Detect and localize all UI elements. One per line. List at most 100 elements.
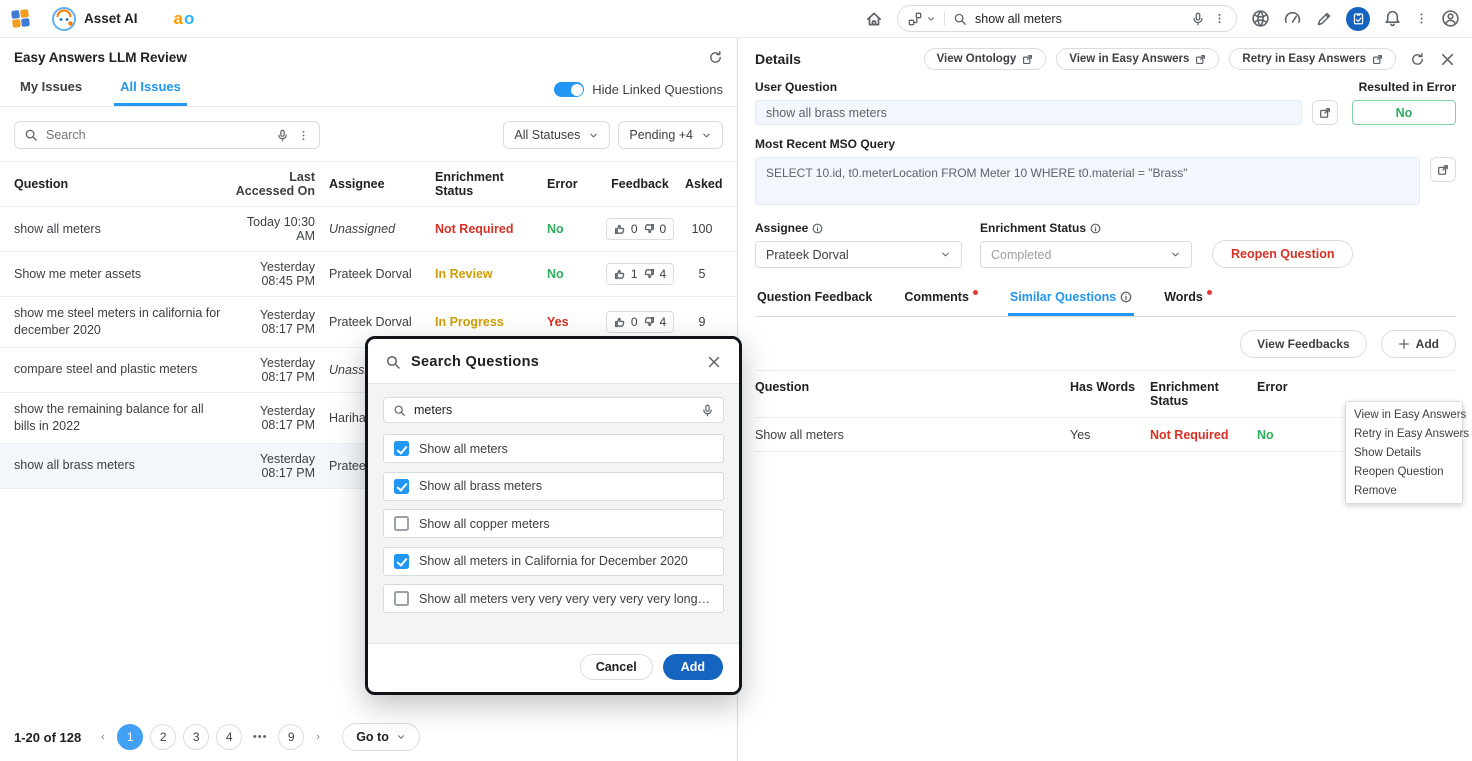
- menu-item-reopen-question[interactable]: Reopen Question: [1346, 462, 1462, 481]
- cell-question: compare steel and plastic meters: [14, 353, 232, 386]
- plus-icon: [1398, 338, 1410, 350]
- add-similar-question-button[interactable]: Add: [1381, 330, 1456, 358]
- question-option[interactable]: Show all copper meters: [383, 509, 724, 538]
- global-search-bar[interactable]: [897, 5, 1237, 32]
- feedback-chip[interactable]: 0 0: [606, 218, 674, 240]
- reopen-question-button[interactable]: Reopen Question: [1212, 240, 1353, 268]
- cell-status: Not Required: [435, 214, 547, 244]
- close-icon[interactable]: [1439, 51, 1456, 68]
- kebab-icon[interactable]: [297, 129, 310, 142]
- tab-comments[interactable]: Comments: [902, 290, 980, 316]
- checkbox[interactable]: [394, 516, 409, 531]
- add-button[interactable]: Add: [663, 654, 723, 680]
- issues-search-input[interactable]: [46, 128, 268, 142]
- brand-name: Asset AI: [84, 11, 138, 26]
- view-ontology-button[interactable]: View Ontology: [924, 48, 1047, 70]
- unread-dot: [1207, 290, 1212, 295]
- menu-item-show-details[interactable]: Show Details: [1346, 443, 1462, 462]
- goto-page-dropdown[interactable]: Go to: [342, 723, 420, 751]
- page-button-2[interactable]: 2: [150, 724, 176, 750]
- pending-filter[interactable]: Pending +4: [618, 121, 723, 149]
- cell-error: Yes: [547, 307, 599, 337]
- chevron-right-icon[interactable]: [311, 730, 325, 744]
- chevron-down-icon: [701, 130, 712, 141]
- bell-icon[interactable]: [1383, 9, 1402, 28]
- kebab-icon[interactable]: [1213, 12, 1226, 25]
- checkbox[interactable]: [394, 554, 409, 569]
- ao-logo[interactable]: ao: [174, 9, 196, 29]
- clipboard-check-icon: [1352, 12, 1365, 25]
- tab-all-issues[interactable]: All Issues: [114, 69, 187, 106]
- cell-question: Show all meters: [755, 419, 1070, 451]
- cell-asked: 9: [685, 307, 723, 337]
- asset-ai-logo[interactable]: Asset AI: [51, 6, 138, 32]
- global-search-input[interactable]: [975, 12, 1183, 26]
- feedback-chip[interactable]: 0 4: [606, 311, 674, 333]
- cell-last-accessed: Yesterday 08:17 PM: [232, 348, 329, 392]
- search-scope-selector[interactable]: [908, 12, 945, 26]
- chevron-down-icon: [940, 249, 951, 260]
- hide-linked-toggle[interactable]: [554, 82, 584, 97]
- chevron-left-icon[interactable]: [96, 730, 110, 744]
- cell-error: No: [547, 214, 599, 244]
- tab-my-issues[interactable]: My Issues: [14, 69, 88, 106]
- user-question-input[interactable]: [755, 100, 1302, 125]
- assignee-select[interactable]: Prateek Dorval: [755, 241, 962, 268]
- page-button-4[interactable]: 4: [216, 724, 242, 750]
- mic-icon[interactable]: [1191, 12, 1205, 26]
- info-icon: [1090, 223, 1101, 234]
- view-feedbacks-button[interactable]: View Feedbacks: [1240, 330, 1367, 358]
- feedback-chip[interactable]: 1 4: [606, 263, 674, 285]
- menu-item-retry-in-easy-answers[interactable]: Retry in Easy Answers: [1346, 424, 1462, 443]
- globe-icon[interactable]: [1251, 9, 1270, 28]
- statuses-filter[interactable]: All Statuses: [503, 121, 610, 149]
- cell-question: show the remaining balance for all bills…: [14, 393, 232, 443]
- page-button-1[interactable]: 1: [117, 724, 143, 750]
- tab-words[interactable]: Words: [1162, 290, 1214, 316]
- menu-item-remove[interactable]: Remove: [1346, 481, 1462, 500]
- mic-icon[interactable]: [276, 129, 289, 142]
- page-button-9[interactable]: 9: [278, 724, 304, 750]
- resulted-in-error-label: Resulted in Error: [1352, 80, 1456, 94]
- retry-in-easy-answers-button[interactable]: Retry in Easy Answers: [1229, 48, 1396, 70]
- review-clipboard-button[interactable]: [1346, 7, 1370, 31]
- question-option[interactable]: Show all meters in California for Decemb…: [383, 547, 724, 576]
- issues-search-box[interactable]: [14, 121, 320, 149]
- cell-status: In Review: [435, 259, 547, 289]
- question-option[interactable]: Show all meters very very very very very…: [383, 584, 724, 613]
- tab-similar-questions[interactable]: Similar Questions: [1008, 290, 1134, 316]
- enrichment-status-select[interactable]: Completed: [980, 241, 1192, 268]
- modal-search-box[interactable]: [383, 397, 724, 423]
- thumb-down-icon: [643, 316, 655, 328]
- table-row[interactable]: show all meters Today 10:30 AM Unassigne…: [0, 207, 737, 252]
- checkbox[interactable]: [394, 441, 409, 456]
- search-questions-modal: Search Questions Show all meters Show al…: [365, 336, 742, 695]
- gauge-icon[interactable]: [1283, 9, 1302, 28]
- mic-icon[interactable]: [701, 404, 714, 417]
- cell-question: show all meters: [14, 213, 232, 246]
- checkbox[interactable]: [394, 591, 409, 606]
- apps-grid-icon[interactable]: [11, 9, 30, 28]
- modal-search-input[interactable]: [414, 403, 693, 417]
- open-mso-query-button[interactable]: [1430, 157, 1456, 182]
- question-option[interactable]: Show all brass meters: [383, 472, 724, 501]
- kebab-menu-icon[interactable]: [1415, 11, 1428, 26]
- pen-icon[interactable]: [1315, 10, 1333, 28]
- menu-item-view-in-easy-answers[interactable]: View in Easy Answers: [1346, 405, 1462, 424]
- tab-question-feedback[interactable]: Question Feedback: [755, 290, 874, 316]
- cell-status: In Progress: [435, 307, 547, 337]
- table-row[interactable]: Show me meter assets Yesterday 08:45 PM …: [0, 252, 737, 297]
- checkbox[interactable]: [394, 479, 409, 494]
- refresh-icon[interactable]: [1410, 52, 1425, 67]
- close-icon[interactable]: [706, 354, 722, 370]
- cancel-button[interactable]: Cancel: [580, 654, 653, 680]
- thumb-up-icon: [614, 268, 626, 280]
- open-user-question-button[interactable]: [1312, 100, 1338, 125]
- cell-question: show all brass meters: [14, 449, 232, 482]
- refresh-icon[interactable]: [708, 50, 723, 65]
- home-icon[interactable]: [865, 10, 883, 28]
- question-option[interactable]: Show all meters: [383, 434, 724, 463]
- account-icon[interactable]: [1441, 9, 1460, 28]
- page-button-3[interactable]: 3: [183, 724, 209, 750]
- view-in-easy-answers-button[interactable]: View in Easy Answers: [1056, 48, 1219, 70]
